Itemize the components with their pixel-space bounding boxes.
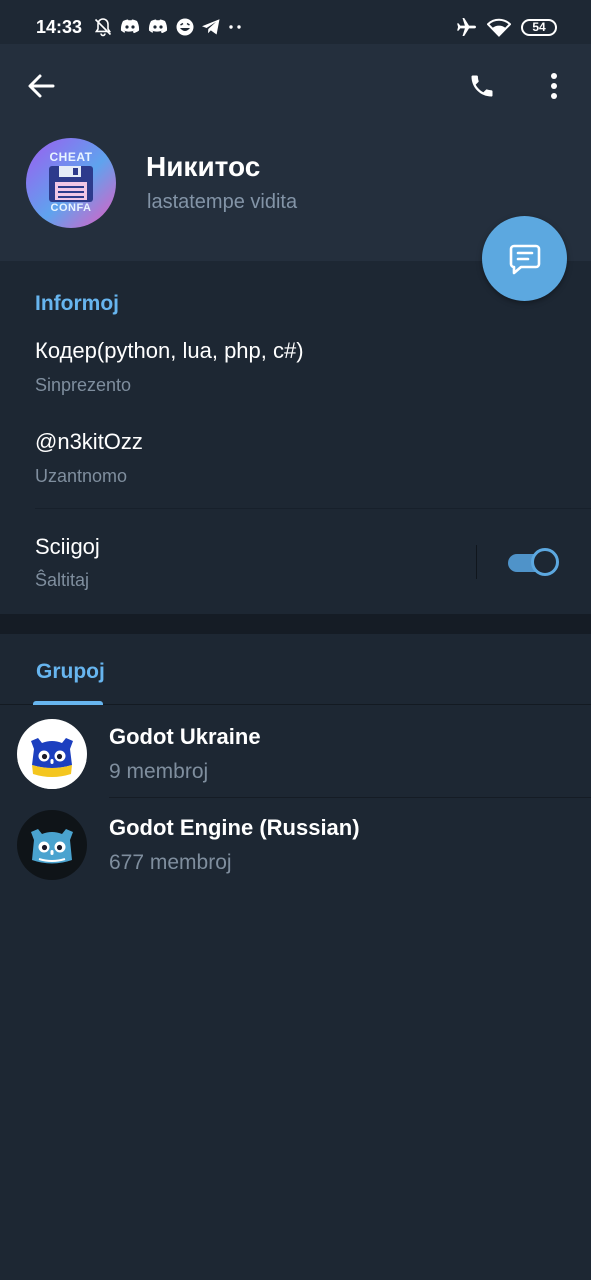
- more-vertical-icon: [551, 73, 557, 99]
- profile-last-seen: lastatempe vidita: [147, 191, 298, 213]
- username-label: Uzantnomo: [35, 466, 128, 486]
- notifications-value: Sciigoj: [35, 534, 100, 559]
- profile-avatar[interactable]: CHEAT CONFA: [26, 138, 116, 228]
- group-avatar: [17, 810, 87, 880]
- info-title: Informoj: [35, 292, 119, 315]
- notifications-label: Ŝaltitaj: [35, 570, 90, 590]
- group-members: 9 membroj: [109, 760, 209, 783]
- avatar-top-text: CHEAT: [49, 150, 93, 164]
- group-name: Godot Ukraine: [109, 724, 261, 749]
- list-item[interactable]: Godot Engine (Russian) 677 membroj: [0, 796, 591, 887]
- username-value: @n3kitOzz: [35, 429, 143, 454]
- mute-bell-icon: [94, 18, 112, 37]
- status-time: 14:33: [36, 17, 83, 37]
- tab-groups[interactable]: Grupoj: [33, 634, 105, 705]
- wifi-icon: [487, 18, 511, 37]
- toggle-knob: [531, 548, 559, 576]
- bio-value: Кодер(python, lua, php, c#): [35, 338, 304, 363]
- notification-icons: [93, 16, 243, 38]
- group-avatar: [17, 719, 87, 789]
- arrow-left-icon: [28, 74, 55, 98]
- discord-icon: [148, 19, 168, 34]
- battery-level: 54: [532, 20, 546, 34]
- phone-icon: [471, 75, 493, 97]
- godot-icon: [31, 829, 73, 864]
- send-message-button[interactable]: [482, 216, 567, 301]
- list-item[interactable]: Godot Ukraine 9 membroj: [0, 705, 591, 798]
- group-members: 677 membroj: [109, 851, 232, 874]
- telegram-icon: [202, 19, 220, 35]
- more-dots-icon: [229, 25, 241, 29]
- emoji-icon: [176, 18, 194, 36]
- call-button[interactable]: [462, 68, 502, 104]
- floppy-disk-icon: [49, 166, 93, 202]
- profile-name: Никитос: [146, 151, 261, 182]
- switch-separator: [476, 545, 477, 579]
- system-icons: 54: [455, 15, 557, 39]
- tab-groups-label: Grupoj: [36, 660, 105, 683]
- status-bar: 14:33 54: [0, 0, 591, 44]
- group-name: Godot Engine (Russian): [109, 815, 360, 840]
- section-separator: [0, 614, 591, 634]
- more-menu-button[interactable]: [538, 68, 570, 104]
- airplane-icon: [457, 18, 476, 36]
- notifications-toggle[interactable]: [508, 548, 559, 578]
- shared-media-tabs: Grupoj: [0, 634, 591, 705]
- discord-icon: [120, 19, 140, 34]
- back-button[interactable]: [18, 68, 64, 104]
- battery-icon: 54: [521, 18, 557, 36]
- avatar-bottom-text: CONFA: [50, 202, 92, 214]
- info-section: Informoj Кодер(python, lua, php, c#) Sin…: [0, 261, 591, 614]
- bio-label: Sinprezento: [35, 375, 132, 395]
- info-divider: [35, 508, 591, 509]
- message-icon: [509, 244, 540, 274]
- godot-icon: [17, 738, 87, 789]
